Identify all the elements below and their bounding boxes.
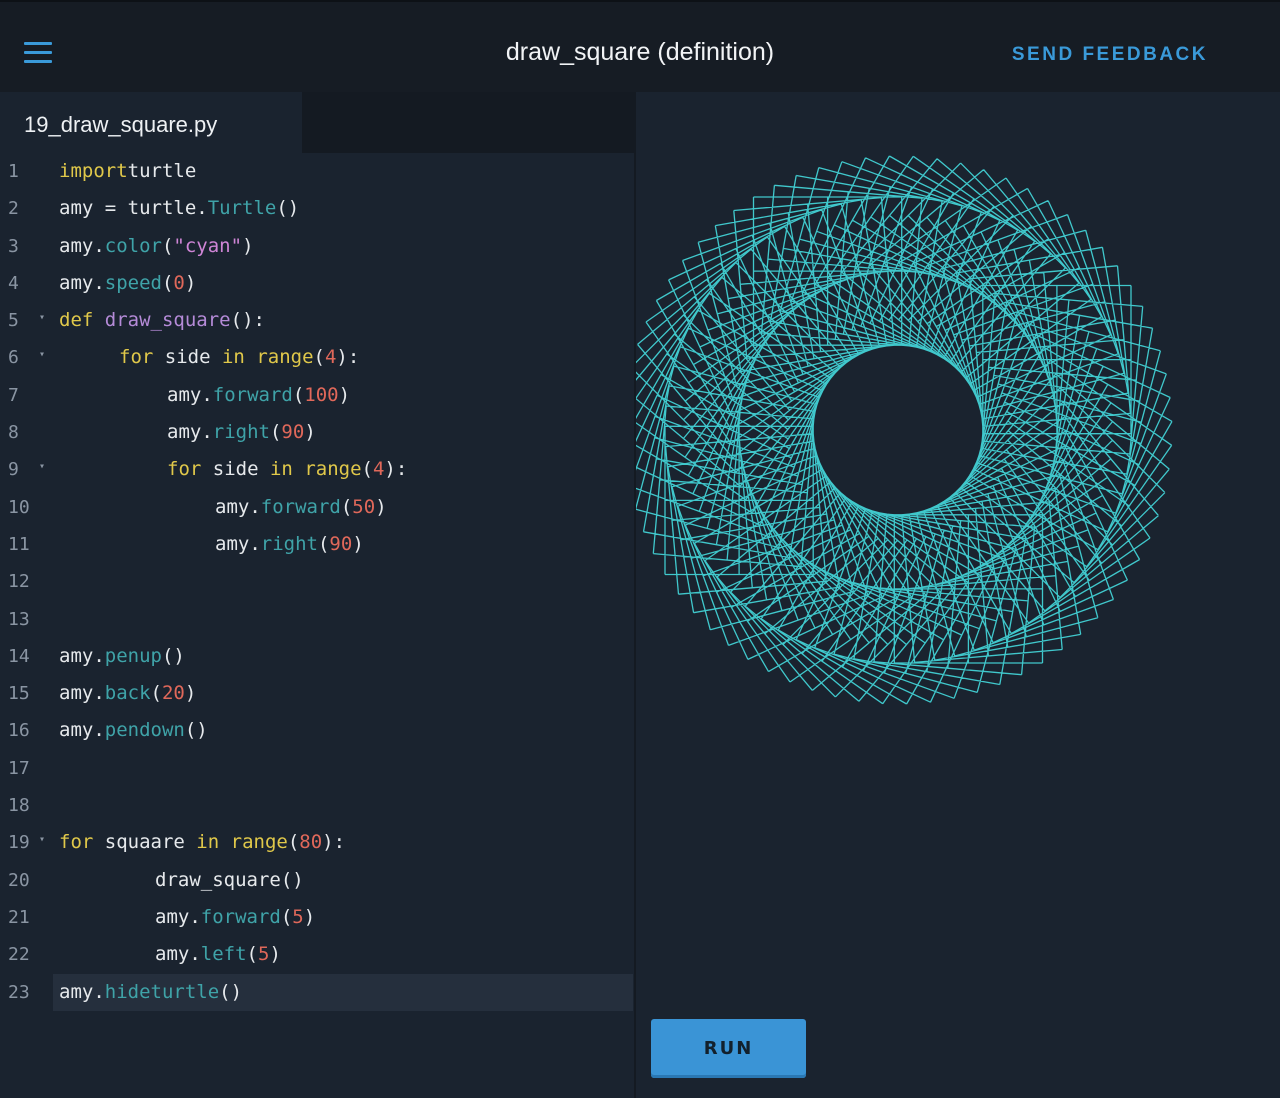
code-line[interactable]: 6 ▾ for side in range(4): (0, 339, 634, 376)
file-tab[interactable]: 19_draw_square.py (0, 92, 302, 153)
code-text: def draw_square(): (59, 309, 265, 332)
code-line[interactable]: 14 amy.penup() (0, 638, 634, 675)
code-text: amy.color("cyan") (59, 234, 254, 257)
file-tab-label: 19_draw_square.py (24, 112, 218, 137)
line-number: 3 (8, 235, 19, 257)
line-number: 16 (8, 720, 30, 742)
code-line[interactable]: 1 importturtle (0, 153, 634, 190)
code-line[interactable]: 9 ▾ for side in range(4): (0, 451, 634, 488)
line-number: 14 (8, 645, 30, 667)
code-line[interactable]: 8 amy.right(90) (0, 414, 634, 451)
code-text: amy = turtle.Turtle() (59, 197, 300, 220)
top-bar: draw_square (definition) SEND FEEDBACK (0, 0, 1280, 92)
line-number: 21 (8, 906, 30, 928)
line-number: 7 (8, 384, 19, 406)
line-number: 19 (8, 832, 30, 854)
turtle-canvas (636, 155, 1173, 705)
code-text: for squaare in range(80): (59, 831, 346, 854)
fold-arrow-icon[interactable]: ▾ (39, 336, 45, 373)
code-line[interactable]: 20 draw_square() (0, 862, 634, 899)
line-number: 18 (8, 795, 30, 817)
code-editor[interactable]: 19_draw_square.py 1 importturtle 2 amy = tu… (0, 92, 634, 1098)
code-text: amy.hideturtle() (59, 980, 243, 1003)
code-line[interactable]: 10 amy.forward(50) (0, 489, 634, 526)
line-number: 23 (8, 981, 30, 1003)
code-text: amy.back(20) (59, 682, 197, 705)
code-text: amy.left(5) (155, 943, 281, 966)
line-number: 13 (8, 608, 30, 630)
send-feedback-link[interactable]: SEND FEEDBACK (1012, 44, 1208, 66)
code-text: amy.right(90) (167, 421, 316, 444)
line-number: 5 (8, 310, 19, 332)
line-number: 12 (8, 571, 30, 593)
code-text: draw_square() (155, 868, 304, 891)
code-text: importturtle (59, 160, 197, 182)
line-number: 6 (8, 347, 19, 369)
line-number: 9 (8, 459, 19, 481)
code-line[interactable]: 17 (0, 750, 634, 787)
line-number: 15 (8, 683, 30, 705)
line-number: 4 (8, 272, 19, 294)
code-line[interactable]: 15 amy.back(20) (0, 675, 634, 712)
line-number: 8 (8, 422, 19, 444)
fold-arrow-icon[interactable]: ▾ (39, 448, 45, 485)
code-line[interactable]: 11 amy.right(90) (0, 526, 634, 563)
spirograph-drawing (636, 155, 1173, 705)
code-line[interactable]: 5 ▾ def draw_square(): (0, 302, 634, 339)
code-line[interactable]: 4 amy.speed(0) (0, 265, 634, 302)
file-tab-strip: 19_draw_square.py (0, 92, 634, 153)
line-number: 11 (8, 533, 30, 555)
code-text: amy.forward(5) (155, 905, 316, 928)
code-line[interactable]: 22 amy.left(5) (0, 936, 634, 973)
line-number: 2 (8, 198, 19, 220)
code-text: amy.forward(50) (215, 495, 387, 518)
code-line[interactable]: 7 amy.forward(100) (0, 377, 634, 414)
code-line[interactable]: 18 (0, 787, 634, 824)
code-text: for side in range(4): (167, 458, 408, 481)
code-line[interactable]: 12 (0, 563, 634, 600)
line-number: 22 (8, 944, 30, 966)
output-panel (636, 92, 1280, 1098)
code-text: amy.speed(0) (59, 271, 197, 294)
line-number: 17 (8, 757, 30, 779)
code-line[interactable]: 23 amy.hideturtle() (0, 973, 634, 1011)
line-number: 20 (8, 869, 30, 891)
code-line[interactable]: 3 amy.color("cyan") (0, 228, 634, 265)
line-number: 1 (8, 161, 19, 182)
fold-arrow-icon[interactable]: ▾ (39, 821, 45, 858)
code-line[interactable]: 19 ▾ for squaare in range(80): (0, 824, 634, 861)
line-number: 10 (8, 496, 30, 518)
code-text: for side in range(4): (119, 346, 360, 369)
turtle-path (636, 155, 1173, 705)
code-text: amy.right(90) (215, 532, 364, 555)
run-button[interactable]: RUN (651, 1019, 806, 1078)
code-line[interactable]: 13 (0, 601, 634, 638)
code-line[interactable]: 21 amy.forward(5) (0, 899, 634, 936)
code-line[interactable]: 16 amy.pendown() (0, 712, 634, 749)
code-area[interactable]: 1 importturtle 2 amy = turtle.Turtle() 3 amy.… (0, 153, 634, 1011)
code-text: amy.pendown() (59, 719, 208, 742)
code-line[interactable]: 2 amy = turtle.Turtle() (0, 190, 634, 227)
code-text: amy.forward(100) (167, 383, 351, 406)
code-text: amy.penup() (59, 644, 185, 667)
fold-arrow-icon[interactable]: ▾ (39, 299, 45, 336)
